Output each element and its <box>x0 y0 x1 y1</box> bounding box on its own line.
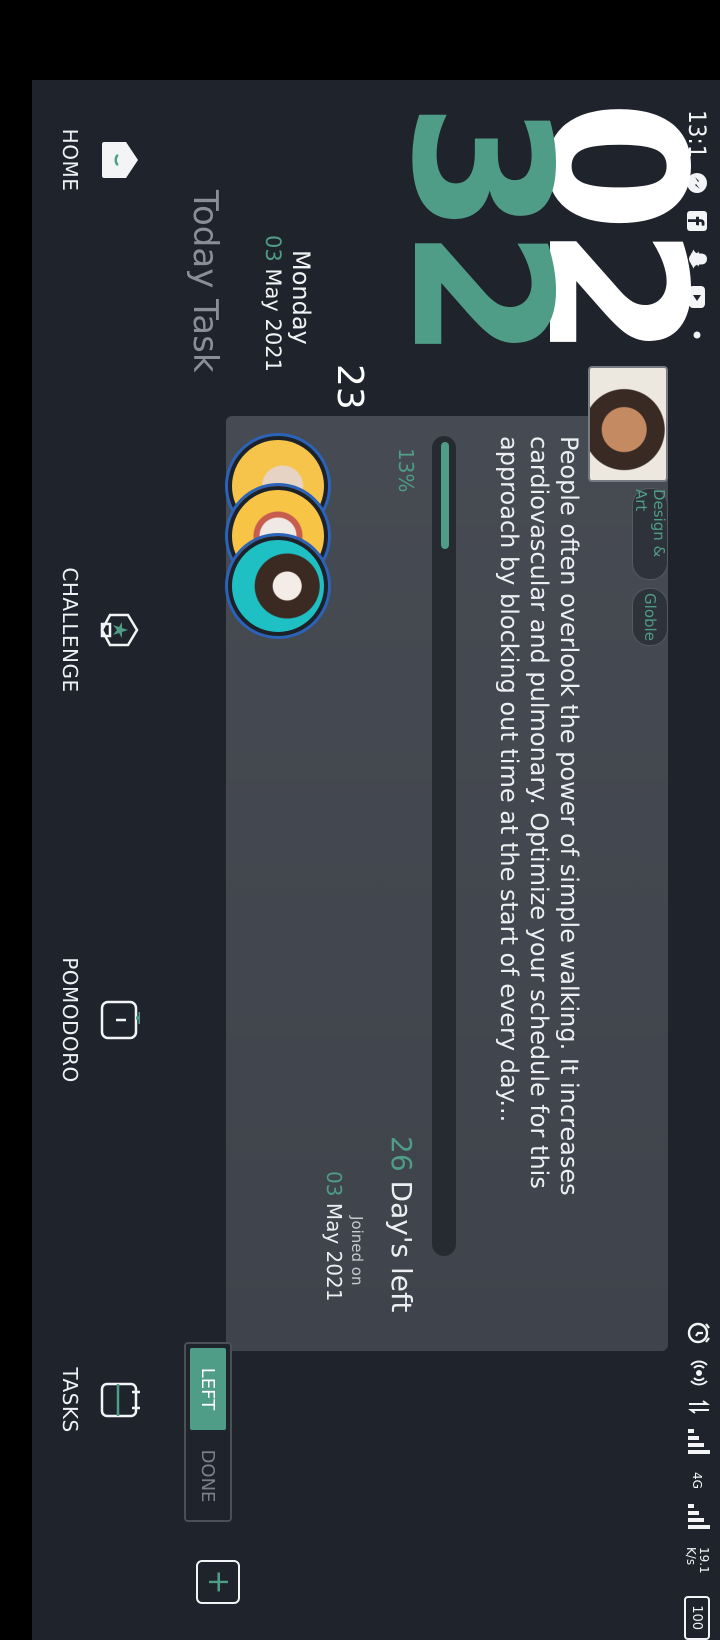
date-month-year: May 2021 <box>261 268 285 372</box>
add-task-button[interactable]: + <box>196 1560 240 1604</box>
joined-day: 03 <box>322 1171 346 1197</box>
nav-challenge[interactable]: CHALLENGE <box>40 550 140 710</box>
joined-label: Joined on <box>348 1216 366 1286</box>
home-icon <box>100 140 140 180</box>
member-avatar[interactable] <box>228 536 328 636</box>
task-avatar <box>588 366 668 482</box>
task-card[interactable]: Design & Art Globle People often overloo… <box>226 366 668 1351</box>
data-transfer-icon <box>683 1400 711 1414</box>
joined-date: 03 May 2021 <box>322 1171 346 1301</box>
clock-minute: 32 <box>370 102 591 355</box>
date-line: 03 May 2021 <box>261 235 285 372</box>
avatar-image <box>588 366 668 482</box>
challenge-icon <box>100 610 140 650</box>
plus-icon: + <box>201 1569 236 1595</box>
nav-pomodoro-label: POMODORO <box>58 957 82 1083</box>
nav-pomodoro[interactable]: POMODORO <box>40 940 140 1100</box>
screen-edge <box>0 80 32 1640</box>
network-type: 4G <box>690 1472 704 1489</box>
signal-icon <box>683 1428 711 1458</box>
task-description: People often overlook the power of simpl… <box>495 436 583 1196</box>
nav-home[interactable]: HOME <box>40 80 140 240</box>
battery-level: 100 <box>689 1605 705 1631</box>
tasks-icon <box>100 1380 140 1420</box>
nav-tasks-label: TASKS <box>58 1367 82 1433</box>
network-speed: 19.1 K/s <box>684 1546 711 1574</box>
days-left-number: 26 <box>385 1136 418 1172</box>
status-bar-right: 4G 19.1 K/s 100 <box>680 1320 714 1640</box>
tag-globle[interactable]: Globle <box>632 588 668 646</box>
nav-tasks[interactable]: TASKS <box>40 1320 140 1480</box>
clock-second: 23 <box>329 364 370 410</box>
joined-month-year: May 2021 <box>322 1202 346 1302</box>
progress-bar <box>432 436 456 1256</box>
battery-icon: 100 <box>684 1595 710 1640</box>
app-surface: 13:1 4G 19.1 K/s 100 02 32 23 Monday 03 … <box>32 80 720 1640</box>
hotspot-icon <box>682 1360 712 1386</box>
progress-percent: 13% <box>394 448 418 493</box>
left-done-toggle: LEFT DONE <box>184 1342 232 1522</box>
days-left: 26 Day's left <box>385 1136 418 1312</box>
signal-icon-2 <box>683 1503 711 1533</box>
toggle-done[interactable]: DONE <box>190 1436 226 1516</box>
screen: 13:1 4G 19.1 K/s 100 02 32 23 Monday 03 … <box>0 0 720 1640</box>
days-left-text: Day's left <box>385 1180 418 1313</box>
alarm-icon <box>682 1320 712 1346</box>
section-title: Today Task <box>185 190 225 373</box>
nav-home-label: HOME <box>58 128 82 192</box>
pomodoro-icon <box>100 1000 140 1040</box>
nav-challenge-label: CHALLENGE <box>58 567 82 693</box>
progress-fill <box>441 442 449 549</box>
tag-design-art[interactable]: Design & Art <box>632 488 668 580</box>
day-label: Monday <box>287 250 315 345</box>
toggle-left[interactable]: LEFT <box>190 1348 226 1430</box>
rotated-canvas: 13:1 4G 19.1 K/s 100 02 32 23 Monday 03 … <box>0 0 720 1640</box>
date-day: 03 <box>261 235 285 262</box>
